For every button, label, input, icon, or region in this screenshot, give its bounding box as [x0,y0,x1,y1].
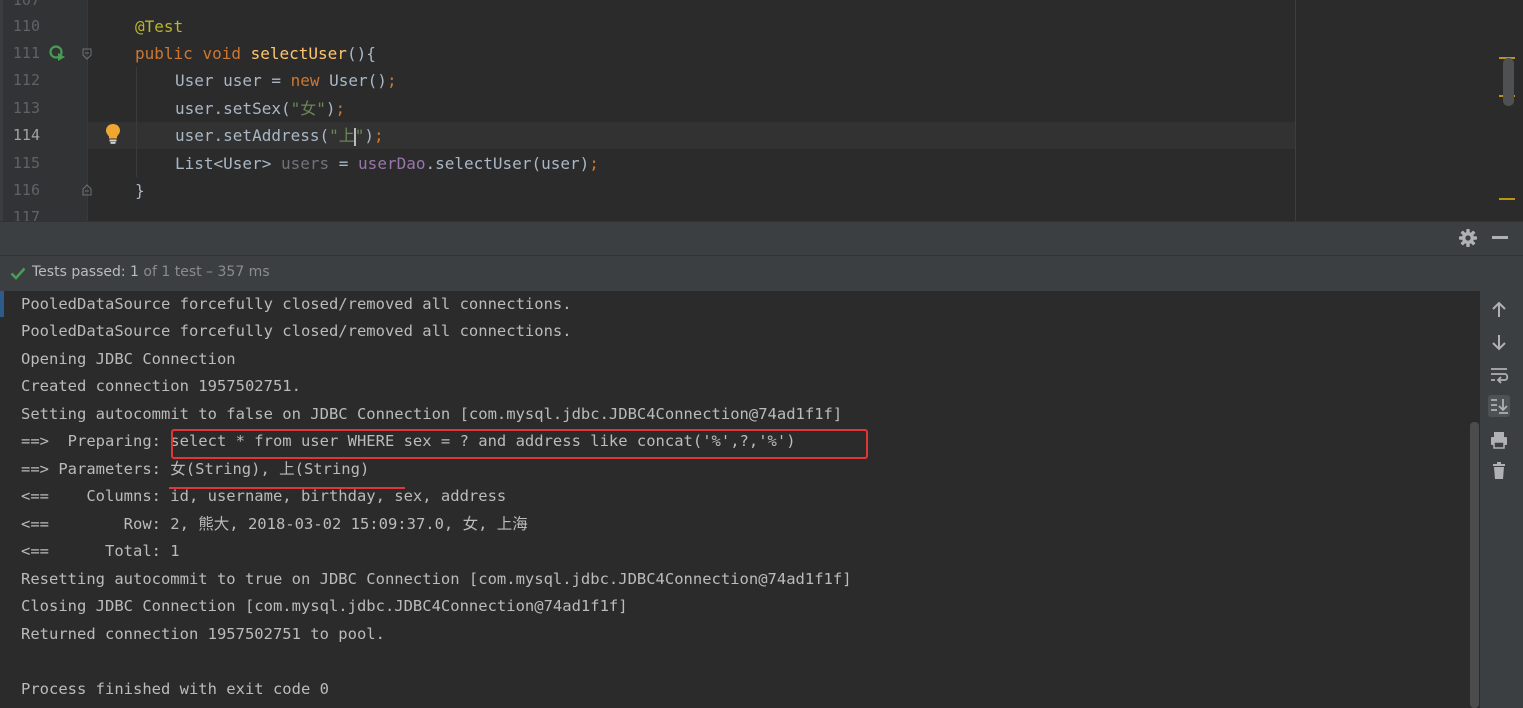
trash-icon[interactable] [1488,460,1510,482]
semicolon: ; [374,126,384,145]
console-line: Resetting autocommit to true on JDBC Con… [21,570,852,588]
test-status-text: Tests passed: 1 of 1 test – 357 ms [32,264,270,280]
console-line: PooledDataSource forcefully closed/remov… [21,295,572,313]
fold-icon[interactable] [82,184,92,196]
run-panel-header [0,221,1523,256]
console-line: Closing JDBC Connection [com.mysql.jdbc.… [21,597,628,615]
code-line-112[interactable]: User user = new User(); [175,67,397,94]
console-line: Returned connection 1957502751 to pool. [21,625,385,643]
line-number: 113 [12,99,40,117]
line-number: 110 [12,17,40,35]
check-icon [10,267,26,280]
code-text: .selectUser(user) [425,154,590,173]
string-literal: "上 [329,126,355,145]
scroll-to-end-icon[interactable] [1488,395,1510,417]
semicolon: ; [335,99,346,118]
code-line-114[interactable]: user.setAddress("上"); [175,122,384,149]
code-line-113[interactable]: user.setSex("女"); [175,95,345,122]
field-name: userDao [358,154,426,173]
semicolon: ; [589,154,599,173]
line-number: 117 [12,208,40,221]
line-number: 112 [12,71,40,89]
fold-icon[interactable] [82,48,92,60]
code-text: user.setAddress( [175,126,330,145]
unused-variable: users [280,154,330,173]
arrow-down-icon[interactable] [1488,331,1510,353]
string-literal: "女" [290,99,326,118]
line-number: 116 [12,181,40,199]
console-line: <== Total: 1 [21,542,180,560]
keyword: new [290,71,320,90]
code-text: ) [364,126,375,145]
gear-icon[interactable] [1458,228,1478,248]
type-name: User [175,71,214,90]
status-label: Tests passed: [32,264,131,280]
code-text: = [329,154,359,173]
code-text: } [135,181,145,200]
console-line: PooledDataSource forcefully closed/remov… [21,322,572,340]
line-number: 111 [12,44,40,62]
code-text: user = [213,71,291,90]
code-line-115[interactable]: List<User> users = userDao.selectUser(us… [175,150,599,177]
console-line-parameters: ==> Parameters: 女(String), 上(String) [21,460,370,478]
console-gutter-mark [0,291,4,317]
warning-stripe-mark[interactable] [1499,198,1515,200]
test-status-bar: Tests passed: 1 of 1 test – 357 ms [0,255,1523,292]
semicolon: ; [386,71,397,90]
print-icon[interactable] [1488,429,1510,451]
code-line-116[interactable]: } [135,177,145,204]
line-number: 107 [12,0,40,9]
type-name: List<User> [175,154,281,173]
code-text: User() [319,71,387,90]
annotation: @Test [135,17,184,36]
editor-scrollbar[interactable] [1503,58,1514,106]
arrow-up-icon[interactable] [1488,299,1510,321]
code-editor[interactable]: 107 110 111 112 113 114 115 116 117 @Tes… [0,0,1523,221]
console-line-exit: Process finished with exit code 0 [21,680,329,698]
line-number: 115 [12,154,40,172]
code-line-110[interactable]: @Test [135,13,183,40]
keyword: void [202,44,241,63]
indent-guide [136,67,137,177]
code-line-111[interactable]: public void selectUser(){ [135,40,376,67]
soft-wrap-icon[interactable] [1488,364,1510,386]
status-detail: of 1 test – 357 ms [138,264,270,280]
status-count: 1 [130,264,139,280]
code-text: user.setSex( [175,99,291,118]
run-test-icon[interactable] [48,44,66,62]
right-margin-guide [1295,0,1296,221]
console-side-toolbar [1480,291,1523,708]
intention-bulb-icon[interactable] [104,123,122,145]
code-text: ) [325,99,336,118]
console-line: Opening JDBC Connection [21,350,236,368]
code-text: (){ [346,44,376,63]
keyword: public [135,44,193,63]
method-name: selectUser [250,44,347,63]
console-line: Created connection 1957502751. [21,377,301,395]
console-line: <== Row: 2, 熊大, 2018-03-02 15:09:37.0, 女… [21,515,528,533]
sql-highlight-box [171,429,868,459]
console-scrollbar-thumb[interactable] [1470,422,1479,708]
string-literal: " [354,126,365,145]
line-number-current: 114 [12,126,40,144]
parameters-underline [169,487,405,489]
console-line: Setting autocommit to false on JDBC Conn… [21,405,843,423]
minimize-icon[interactable] [1492,236,1508,239]
